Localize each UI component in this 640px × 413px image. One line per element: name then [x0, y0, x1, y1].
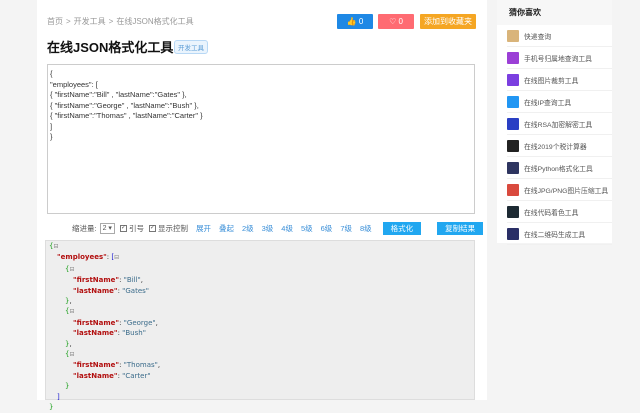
sidebar-item[interactable]: 在线JPG/PNG图片压缩工具: [507, 179, 612, 201]
sidebar-item[interactable]: 在线图片裁剪工具: [507, 69, 612, 91]
tool-icon: [507, 139, 519, 152]
input-line: ]: [50, 121, 53, 131]
like-button[interactable]: 👍 0: [337, 14, 373, 29]
tool-icon: [507, 51, 519, 64]
show-control-label: 显示控制: [157, 224, 188, 233]
sidebar-item-label: 在线RSA加密解密工具: [524, 121, 593, 129]
input-line: { "firstName":"Bill" , "lastName":"Gates…: [50, 90, 187, 99]
add-bookmark-button[interactable]: 添加到收藏夹: [420, 14, 476, 29]
level-5-link[interactable]: 5级: [301, 223, 313, 234]
quote-checkbox[interactable]: ✓: [119, 225, 127, 232]
show-control-checkbox[interactable]: ✓: [148, 225, 156, 232]
tool-icon: [507, 161, 519, 174]
indent-select[interactable]: 2 ▾: [99, 223, 115, 234]
tool-icon: [507, 183, 519, 196]
tool-icon: [507, 95, 519, 108]
format-controls: 缩进量: 2 ▾ ✓ 引号 ✓ 显示控制 展开 叠起 2级 3级 4级 5级 6级 …: [72, 222, 484, 235]
sidebar-item-label: 在线二维码生成工具: [524, 231, 586, 239]
level-6-link[interactable]: 6级: [321, 223, 333, 234]
sidebar-item-label: 手机号归属地查询工具: [524, 55, 592, 63]
expand-link[interactable]: 展开: [196, 223, 211, 234]
sidebar-item-label: 在线IP查询工具: [524, 99, 572, 107]
level-8-link[interactable]: 8级: [360, 223, 372, 234]
sidebar-item-label: 在线Python格式化工具: [524, 165, 593, 173]
tool-icon: [507, 117, 519, 130]
level-4-link[interactable]: 4级: [281, 223, 293, 234]
json-input[interactable]: { "employees": [ { "firstName":"Bill" , …: [47, 64, 475, 214]
input-line: }: [50, 132, 53, 141]
main-panel: 首页 > 开发工具 > 在线JSON格式化工具 👍 0 ♡ 0 添加到收藏夹 在线JSO…: [37, 0, 487, 411]
sidebar-title: 猜你喜欢: [497, 0, 612, 25]
category-tag[interactable]: 开发工具: [174, 40, 208, 54]
sidebar-item[interactable]: 在线2019个税计算器: [507, 135, 612, 157]
sidebar-item-label: 快递查询: [524, 33, 552, 41]
page-title: 在线JSON格式化工具: [47, 40, 174, 55]
json-output[interactable]: {⊟ "employees": [⊟ {⊟ "firstName": "Bill…: [45, 240, 475, 411]
tool-icon: [507, 205, 519, 218]
sidebar-item-label: 在线代码着色工具: [524, 209, 579, 217]
recommend-sidebar: 猜你喜欢 快递查询手机号归属地查询工具 在线图片裁剪工具 在线IP查询工具在线RSA…: [497, 0, 612, 245]
sidebar-item[interactable]: 在线Python格式化工具: [507, 157, 612, 179]
indent-label: 缩进量:: [72, 224, 97, 233]
crumb-home[interactable]: 首页: [47, 17, 63, 26]
tool-icon: [507, 227, 519, 240]
input-line: {: [50, 69, 53, 78]
sidebar-item[interactable]: 快递查询: [507, 25, 612, 47]
quote-label: 引号: [128, 224, 144, 233]
input-line: "employees": [: [50, 79, 98, 89]
breadcrumb: 首页 > 开发工具 > 在线JSON格式化工具: [47, 16, 197, 27]
sidebar-item-label: 在线JPG/PNG图片压缩工具: [524, 187, 609, 195]
copy-result-button[interactable]: 复制结果: [437, 222, 484, 235]
input-line: { "firstName":"Thomas" , "lastName":"Car…: [50, 111, 203, 120]
crumb-sep: >: [66, 17, 71, 26]
sidebar-item[interactable]: 在线二维码生成工具: [507, 223, 612, 245]
sidebar-item[interactable]: 手机号归属地查询工具: [507, 47, 612, 69]
level-3-link[interactable]: 3级: [262, 223, 274, 234]
sidebar-item[interactable]: 在线IP查询工具: [507, 91, 612, 113]
collapse-link[interactable]: 叠起: [219, 223, 234, 234]
level-7-link[interactable]: 7级: [340, 223, 352, 234]
tool-icon: [507, 29, 519, 42]
crumb-sep: >: [108, 17, 114, 26]
level-2-link[interactable]: 2级: [242, 223, 254, 234]
sidebar-item[interactable]: 在线代码着色工具: [507, 201, 612, 223]
input-line: { "firstName":"George" , "lastName":"Bus…: [50, 100, 199, 110]
sidebar-item-label: 在线2019个税计算器: [524, 143, 587, 151]
tool-icon: [507, 73, 519, 86]
crumb-current: 在线JSON格式化工具: [116, 17, 194, 26]
crumb-devtools[interactable]: 开发工具: [74, 17, 106, 26]
sidebar-item-label: 在线图片裁剪工具: [524, 77, 579, 85]
favorite-button[interactable]: ♡ 0: [378, 14, 414, 29]
sidebar-item[interactable]: 在线RSA加密解密工具: [507, 113, 612, 135]
format-button[interactable]: 格式化: [382, 222, 422, 235]
